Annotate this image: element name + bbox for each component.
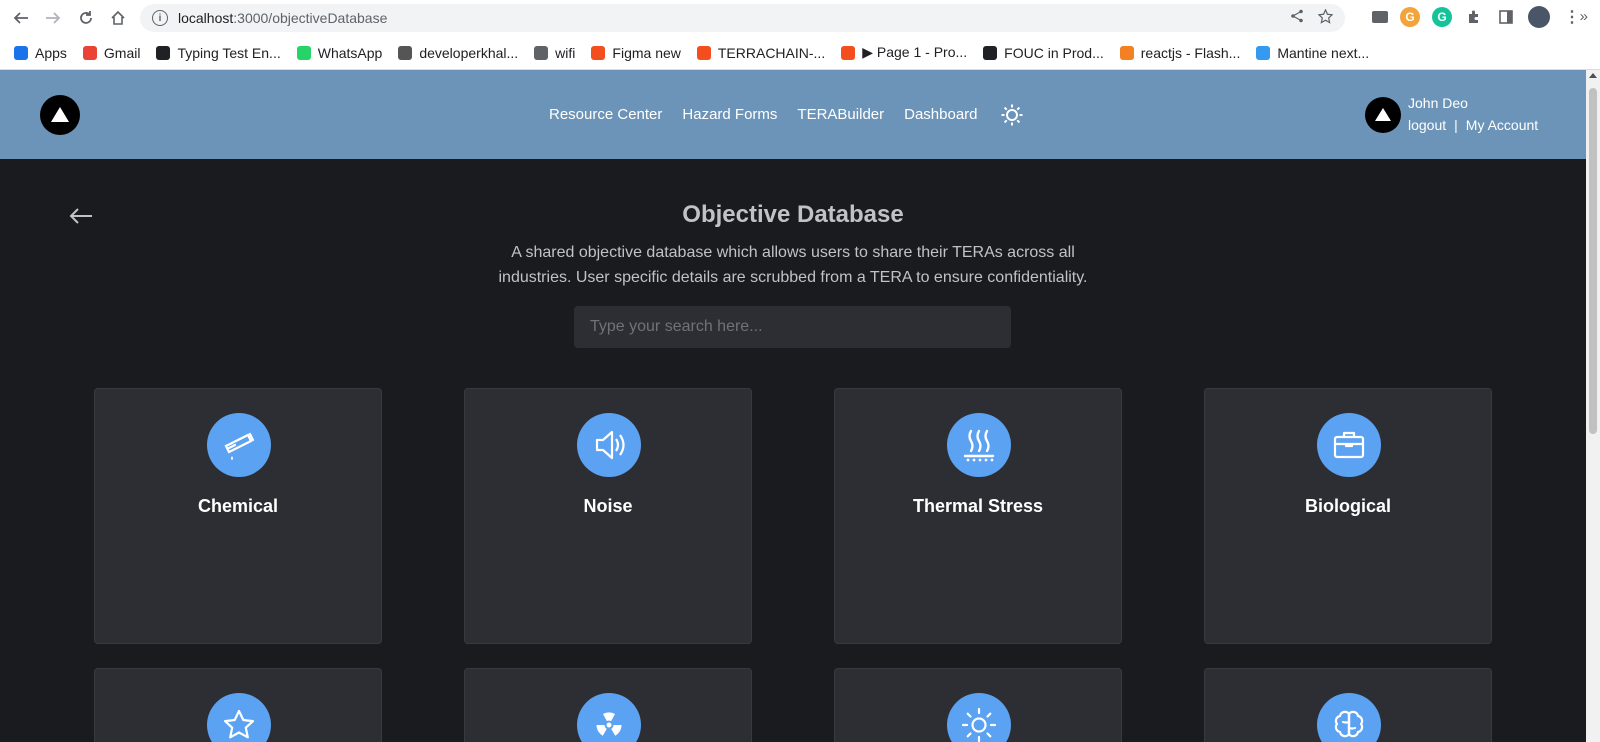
bookmark-item[interactable]: Figma new [591,44,681,61]
card-label: Chemical [197,496,279,516]
extension-icon[interactable]: G [1400,7,1420,27]
nav-resource-center[interactable]: Resource Center [549,106,662,123]
user-links: logout | My Account [1408,117,1538,133]
user-name: John Deo [1408,95,1468,111]
bookmark-label: Mantine next... [1277,44,1370,61]
bookmark-star-icon[interactable] [1317,7,1334,28]
bookmark-item[interactable]: Gmail [82,44,141,61]
bookmark-label: reactjs - Flash... [1140,44,1241,61]
figma-icon [591,45,606,60]
extension-icon[interactable]: G [1432,7,1452,27]
bookmark-label: Figma new [612,44,681,61]
hazard-card-biological[interactable]: Biological [1204,388,1492,644]
bookmark-label: FOUC in Prod... [1004,44,1104,61]
react-icon [1256,45,1271,60]
app-header: Resource Center Hazard Forms TERABuilder… [0,70,1586,159]
bookmark-item[interactable]: TERRACHAIN-... [696,44,826,61]
bookmark-item[interactable]: reactjs - Flash... [1119,44,1241,61]
devkhal-icon [398,45,413,60]
home-icon[interactable] [103,3,133,33]
url-host: localhost [178,10,234,26]
hazard-card-star[interactable] [94,668,382,742]
card-label: Noise [583,496,633,516]
gmail-icon [82,45,97,60]
extensions-area: G G ⋮ [1372,6,1582,28]
bookmark-label: developerkhal... [419,44,519,61]
extension-icon[interactable] [1372,11,1388,23]
url-path: :3000/objectiveDatabase [233,10,388,26]
bookmark-item[interactable]: wifi [534,45,575,61]
apps-grid-icon [14,45,28,60]
bookmark-item[interactable]: Apps [14,45,67,61]
puzzle-icon[interactable] [1464,7,1484,27]
bookmark-item[interactable]: developerkhal... [398,45,518,61]
bookmark-label: WhatsApp [317,44,383,61]
forward-icon[interactable] [38,3,68,33]
bookmarks-bar: Apps Gmail Typing Test En... WhatsApp develo… [0,36,1600,70]
nav-dashboard[interactable]: Dashboard [904,106,977,123]
reload-icon[interactable] [71,3,101,33]
typing-test-icon [156,45,171,60]
side-panel-icon[interactable] [1496,7,1516,27]
profile-avatar[interactable] [1528,6,1550,28]
page-description: A shared objective database which allows… [498,244,1088,286]
test-tube-icon [207,413,271,477]
info-icon[interactable]: i [152,10,168,26]
page-scrollbar[interactable] [1586,70,1600,742]
star-icon [207,693,271,742]
nav-hazard-forms[interactable]: Hazard Forms [682,106,777,123]
scroll-up-arrow[interactable] [1589,73,1597,78]
theme-toggle-sun-icon[interactable] [1001,104,1023,126]
hazard-card-radiation[interactable] [464,668,752,742]
brain-icon [1317,693,1381,742]
logo[interactable] [40,95,80,135]
figma-icon [696,45,711,60]
bookmark-item[interactable]: Typing Test En... [156,44,281,61]
briefcase-icon [1317,413,1381,477]
search-input[interactable] [574,306,1011,348]
bookmark-label: Apps [35,44,67,61]
my-account-link[interactable]: My Account [1466,117,1538,133]
bookmark-label: Gmail [103,44,141,61]
card-label: Thermal Stress [912,496,1044,516]
separator: | [1454,117,1458,133]
radiation-icon [577,693,641,742]
bookmark-item[interactable]: WhatsApp [296,44,383,61]
bookmark-item[interactable]: FOUC in Prod... [983,45,1104,61]
browser-toolbar: i localhost:3000/objectiveDatabase G G ⋮ [0,0,1600,36]
hazard-card-chemical[interactable]: Chemical [94,388,382,644]
bookmarks-more-button[interactable]: » [1580,8,1588,25]
stackoverflow-icon [1119,45,1134,60]
main-nav: Resource Center Hazard Forms TERABuilder… [549,106,978,123]
hazard-card-thermal-stress[interactable]: Thermal Stress [834,388,1122,644]
back-icon[interactable] [6,3,36,33]
bookmark-item[interactable]: Mantine next... [1256,45,1369,61]
logout-link[interactable]: logout [1408,117,1446,133]
bookmark-label: TERRACHAIN-... [717,44,826,61]
heat-icon [947,413,1011,477]
user-avatar[interactable] [1365,97,1401,133]
whatsapp-icon [296,45,311,60]
sun-icon [947,693,1011,742]
speaker-icon [577,413,641,477]
hazard-card-sun[interactable] [834,668,1122,742]
address-bar[interactable]: i localhost:3000/objectiveDatabase [140,4,1345,32]
github-icon [983,45,998,60]
bookmark-label: wifi [555,44,576,61]
hazard-card-brain[interactable] [1204,668,1492,742]
card-label: Biological [1304,496,1391,516]
figma-icon [841,45,856,60]
share-icon[interactable] [1290,9,1304,27]
hazard-card-noise[interactable]: Noise [464,388,752,644]
nav-terabuilder[interactable]: TERABuilder [797,106,884,123]
page-title: Objective Database [682,201,904,228]
scroll-thumb[interactable] [1589,88,1597,434]
globe-icon [534,45,549,60]
bookmark-item[interactable]: ▶ Page 1 - Pro... [841,44,967,61]
bookmark-label: Typing Test En... [177,44,281,61]
bookmark-label: ▶ Page 1 - Pro... [862,44,968,60]
